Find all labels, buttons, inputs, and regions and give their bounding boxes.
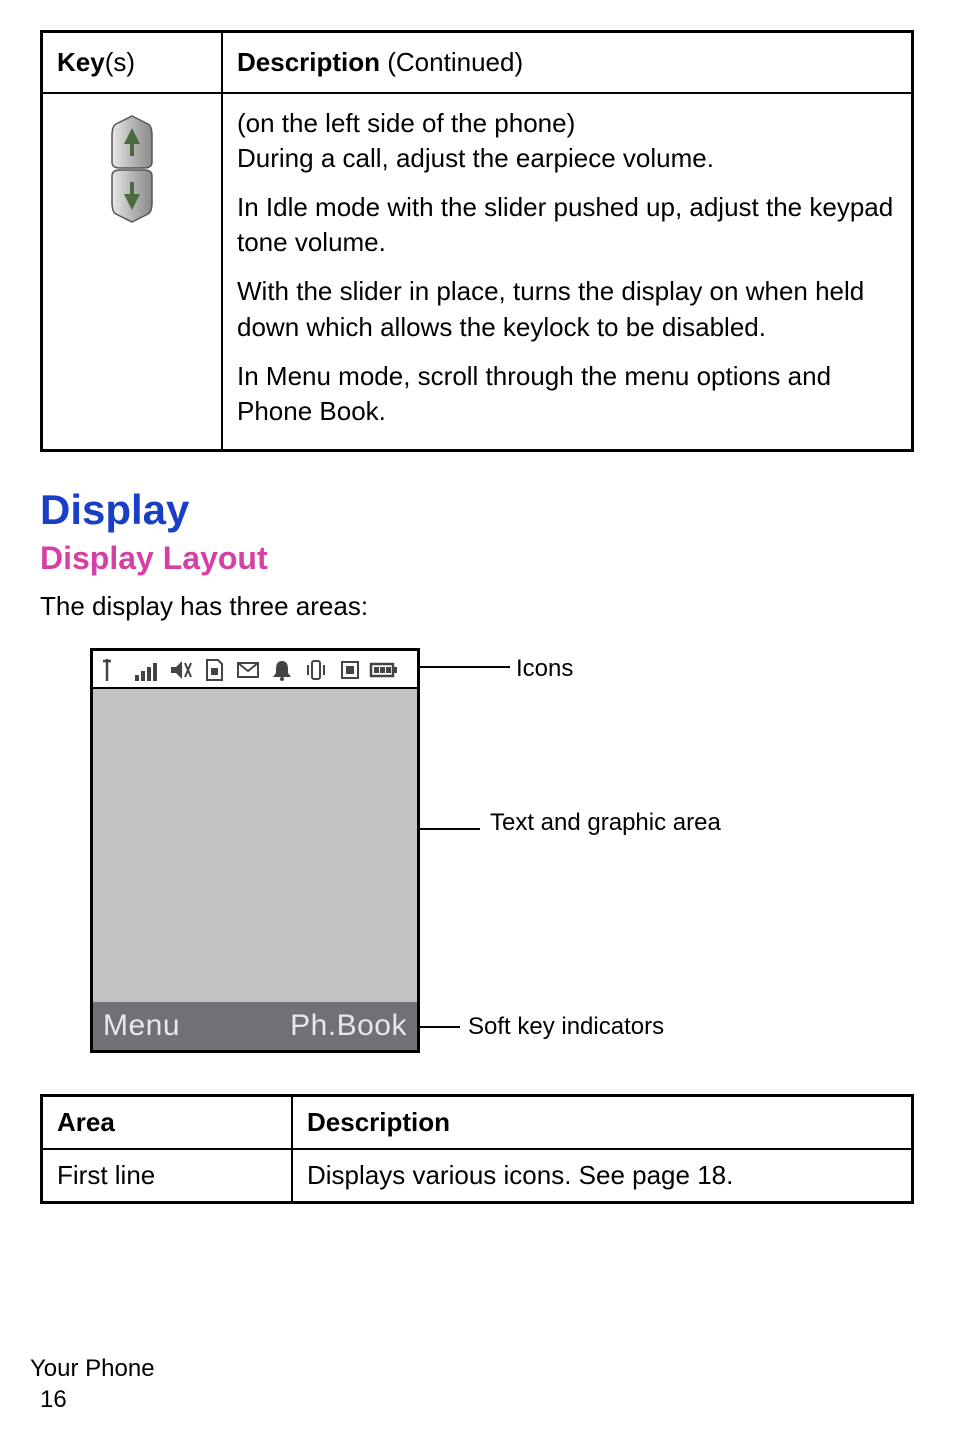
display-layout-heading: Display Layout: [40, 540, 914, 577]
desc-p1-line2: During a call, adjust the earpiece volum…: [237, 143, 714, 173]
vibrate-icon: [301, 655, 331, 685]
key-icon-cell: [42, 93, 223, 450]
display-diagram: Menu Ph.Book Icons Text and graphic area…: [90, 648, 850, 1058]
battery-icon: [369, 655, 399, 685]
callout-icons-label: Icons: [516, 654, 573, 684]
description-header-cell: Description (Continued): [222, 32, 913, 94]
key-header-cell: Key(s): [42, 32, 223, 94]
area-description-table: Area Description First line Displays var…: [40, 1094, 914, 1204]
antenna-icon: [97, 655, 127, 685]
lead-text: The display has three areas:: [40, 591, 914, 622]
key-description-cell: (on the left side of the phone) During a…: [222, 93, 913, 450]
description-header-strong: Description: [237, 47, 387, 77]
footer-section: Your Phone: [30, 1353, 155, 1384]
callout-text-label: Text and graphic area: [490, 808, 750, 838]
callout-line-text: [420, 828, 480, 830]
desc-p2: In Idle mode with the slider pushed up, …: [237, 190, 897, 260]
callout-softkey-label: Soft key indicators: [468, 1012, 664, 1042]
desc-p1-line1: (on the left side of the phone): [237, 108, 575, 138]
signal-bars-icon: [131, 655, 161, 685]
memory-icon: [335, 655, 365, 685]
key-description-table: Key(s) Description (Continued): [40, 30, 914, 452]
softkey-right: Ph.Book: [290, 1009, 407, 1043]
key-header-strong: Key: [57, 47, 105, 77]
area-description-header: Description: [292, 1095, 913, 1149]
bell-icon: [267, 655, 297, 685]
description-header-plain: (Continued): [387, 47, 523, 77]
callout-line-softkey: [420, 1026, 460, 1028]
display-heading: Display: [40, 486, 914, 534]
volume-key-icon: [108, 114, 156, 224]
status-icons-row: [93, 651, 417, 689]
key-header-plain: (s): [105, 47, 135, 77]
desc-p4: In Menu mode, scroll through the menu op…: [237, 359, 897, 429]
footer-page: 16: [40, 1384, 155, 1415]
sim-icon: [199, 655, 229, 685]
phone-screen-frame: Menu Ph.Book: [90, 648, 420, 1053]
area-row1-area: First line: [42, 1149, 293, 1203]
desc-p3: With the slider in place, turns the disp…: [237, 274, 897, 344]
mute-icon: [165, 655, 195, 685]
area-header: Area: [42, 1095, 293, 1149]
softkey-bar: Menu Ph.Book: [93, 1002, 417, 1050]
envelope-icon: [233, 655, 263, 685]
page-footer: Your Phone 16: [30, 1353, 155, 1415]
area-row1-desc: Displays various icons. See page 18.: [292, 1149, 913, 1203]
softkey-left: Menu: [103, 1009, 180, 1043]
callout-line-icons: [420, 666, 510, 668]
